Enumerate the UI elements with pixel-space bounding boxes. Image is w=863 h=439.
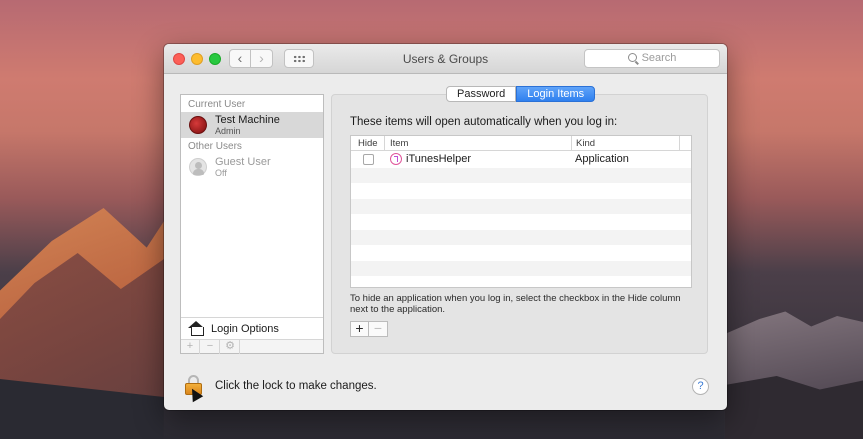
add-item-button[interactable]: + xyxy=(350,321,369,337)
empty-row xyxy=(351,198,691,214)
guest-avatar-icon xyxy=(189,158,207,176)
lock-message: Click the lock to make changes. xyxy=(215,380,377,392)
action-button[interactable]: ⚙ xyxy=(221,340,240,354)
empty-row xyxy=(351,229,691,245)
table-row[interactable]: iTunesHelper Application xyxy=(351,152,691,168)
column-item[interactable]: Item xyxy=(390,138,408,149)
empty-row xyxy=(351,167,691,183)
help-button[interactable]: ? xyxy=(692,378,709,395)
item-kind: Application xyxy=(575,153,629,165)
user-name: Test Machine xyxy=(215,114,280,126)
item-name: iTunesHelper xyxy=(406,153,472,165)
search-icon xyxy=(627,53,637,62)
search-field[interactable]: Search xyxy=(584,49,720,68)
empty-row xyxy=(351,214,691,230)
column-divider xyxy=(384,136,385,151)
other-users-header: Other Users xyxy=(188,141,242,152)
users-groups-window: ‹ › Users & Groups Search Current User T… xyxy=(164,44,727,410)
add-user-button[interactable]: + xyxy=(181,340,200,354)
login-options-item[interactable]: Login Options xyxy=(181,317,323,339)
search-placeholder: Search xyxy=(641,52,677,64)
empty-row xyxy=(351,183,691,199)
empty-row xyxy=(351,245,691,261)
users-list: Current User Test Machine Admin Other Us… xyxy=(180,94,324,354)
house-icon xyxy=(188,321,205,336)
user-status: Off xyxy=(215,168,227,178)
column-divider xyxy=(571,136,572,151)
empty-row xyxy=(351,276,691,287)
login-items-pane: These items will open automatically when… xyxy=(331,94,708,354)
sidebar-toolbar: + − ⚙ xyxy=(181,339,323,354)
tab-password[interactable]: Password xyxy=(446,86,517,102)
user-row-guest[interactable]: Guest User Off xyxy=(181,154,323,180)
user-name: Guest User xyxy=(215,156,271,168)
add-remove-buttons: + − xyxy=(350,321,388,337)
user-row-test-machine[interactable]: Test Machine Admin xyxy=(181,112,323,138)
title-bar[interactable]: ‹ › Users & Groups Search xyxy=(164,44,727,74)
hide-checkbox[interactable] xyxy=(363,154,374,165)
itunes-icon xyxy=(390,153,402,165)
table-header: Hide Item Kind xyxy=(351,136,691,151)
remove-user-button[interactable]: − xyxy=(201,340,220,354)
tab-login-items[interactable]: Login Items xyxy=(516,86,596,102)
user-role: Admin xyxy=(215,126,241,136)
column-kind[interactable]: Kind xyxy=(576,138,595,149)
login-items-table[interactable]: Hide Item Kind iTunesHelper Application xyxy=(350,135,692,288)
gear-icon: ⚙ xyxy=(225,340,235,352)
pane-title: These items will open automatically when… xyxy=(350,116,618,128)
column-hide[interactable]: Hide xyxy=(358,138,378,149)
remove-item-button[interactable]: − xyxy=(369,321,388,337)
login-options-label: Login Options xyxy=(211,323,279,335)
tab-bar: Password Login Items xyxy=(446,86,596,102)
column-divider xyxy=(679,136,680,151)
empty-row xyxy=(351,260,691,276)
current-user-header: Current User xyxy=(188,99,246,110)
avatar xyxy=(189,116,207,134)
hide-hint-text: To hide an application when you log in, … xyxy=(350,293,681,315)
